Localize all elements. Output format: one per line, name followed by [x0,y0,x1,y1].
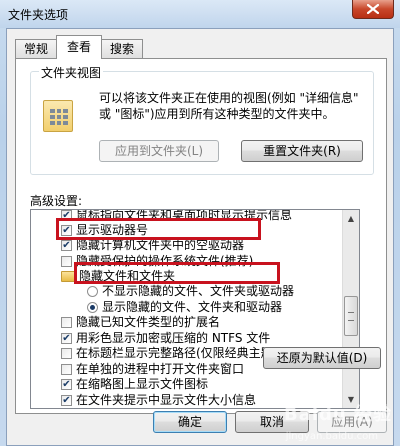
list-item[interactable]: 在单独的进程中打开文件夹窗口 [61,362,244,377]
ok-button[interactable]: 确定 [153,411,227,433]
tab-search[interactable]: 搜索 [101,39,144,59]
apply-to-folders-button[interactable]: 应用到文件夹(L) [99,140,219,162]
advanced-settings-label: 高级设置: [30,194,83,208]
list-item[interactable]: ✔ 鼠标指向文件夹和桌面项时显示提示信息 [61,210,292,223]
checkbox-checked[interactable]: ✔ [61,240,72,251]
list-item[interactable]: ✔ 显示驱动器号 [61,223,148,238]
scroll-up-arrow[interactable]: ▲ [343,210,359,227]
close-button[interactable] [352,0,394,19]
checkbox-unchecked[interactable] [61,348,72,359]
radio-selected[interactable] [87,302,98,313]
folder-views-description: 可以将该文件夹正在使用的视图(例如 "详细信息" 或 "图标")应用到所有这种类… [99,91,359,121]
tab-general[interactable]: 常规 [15,39,58,59]
checkbox-checked[interactable]: ✔ [61,395,72,406]
folder-views-group: 文件夹视图 可以将该文件夹正在使用的视图(例如 "详细信息" 或 "图标")应用… [30,64,374,175]
window-title: 文件夹选项 [8,8,69,22]
folder-view-icon [43,100,73,132]
list-item[interactable]: 在标题栏显示完整路径(仅限经典主题) [61,346,277,361]
radio-unselected[interactable] [87,286,98,297]
close-icon [367,4,379,14]
check-icon: ✔ [62,239,71,251]
folder-icon [61,271,75,282]
list-item[interactable]: 不显示隐藏的文件、文件夹或驱动器 [87,284,294,299]
list-item[interactable]: 隐藏已知文件类型的扩展名 [61,315,220,330]
check-icon: ✔ [62,378,71,390]
list-item[interactable]: ✔ 在文件夹提示中显示文件大小信息 [61,393,256,408]
scroll-thumb[interactable] [344,296,358,336]
check-icon: ✔ [62,224,71,236]
tab-strip: 常规 查看 搜索 [15,35,144,59]
reset-folders-button[interactable]: 重置文件夹(R) [241,140,363,162]
checkbox-unchecked[interactable] [61,317,72,328]
list-item-show-hidden-files[interactable]: 显示隐藏的文件、文件夹和驱动器 [87,300,282,315]
tab-view[interactable]: 查看 [56,35,103,59]
folder-options-dialog: 常规 查看 搜索 文件夹视图 可以将该文件夹正在使用的视图(例如 "详细信息" … [6,28,394,446]
folder-views-legend: 文件夹视图 [39,64,104,81]
watermark-brand: Baidu 经验 [283,404,392,425]
checkbox-unchecked[interactable] [61,364,72,375]
checkbox-checked[interactable]: ✔ [61,225,72,236]
check-icon: ✔ [62,332,71,344]
check-icon: ✔ [62,209,71,221]
watermark-url: jingyan.baidu.com [285,431,378,442]
checkbox-checked[interactable]: ✔ [61,379,72,390]
checkbox-checked[interactable]: ✔ [61,333,72,344]
list-item-hidden-files-group: 隐藏文件和文件夹 [61,269,175,284]
restore-defaults-button[interactable]: 还原为默认值(D) [263,347,381,369]
check-icon: ✔ [62,394,71,406]
advanced-settings-list[interactable]: ✔ 鼠标指向文件夹和桌面项时显示提示信息 ✔ 显示驱动器号 ✔ 隐藏计算机文件夹… [30,209,360,409]
list-item[interactable]: ✔ 隐藏计算机文件夹中的空驱动器 [61,238,244,253]
checkbox-unchecked[interactable] [61,256,72,267]
title-bar: 文件夹选项 [0,0,400,28]
list-item[interactable]: ✔ 在缩略图上显示文件图标 [61,377,208,392]
checkbox-checked[interactable]: ✔ [61,210,72,221]
list-scrollbar[interactable]: ▲ ▼ [342,210,359,408]
list-item[interactable]: ✔ 用彩色显示加密或压缩的 NTFS 文件 [61,331,270,346]
list-item-hide-protected-os-files[interactable]: 隐藏受保护的操作系统文件(推荐) [61,254,253,269]
